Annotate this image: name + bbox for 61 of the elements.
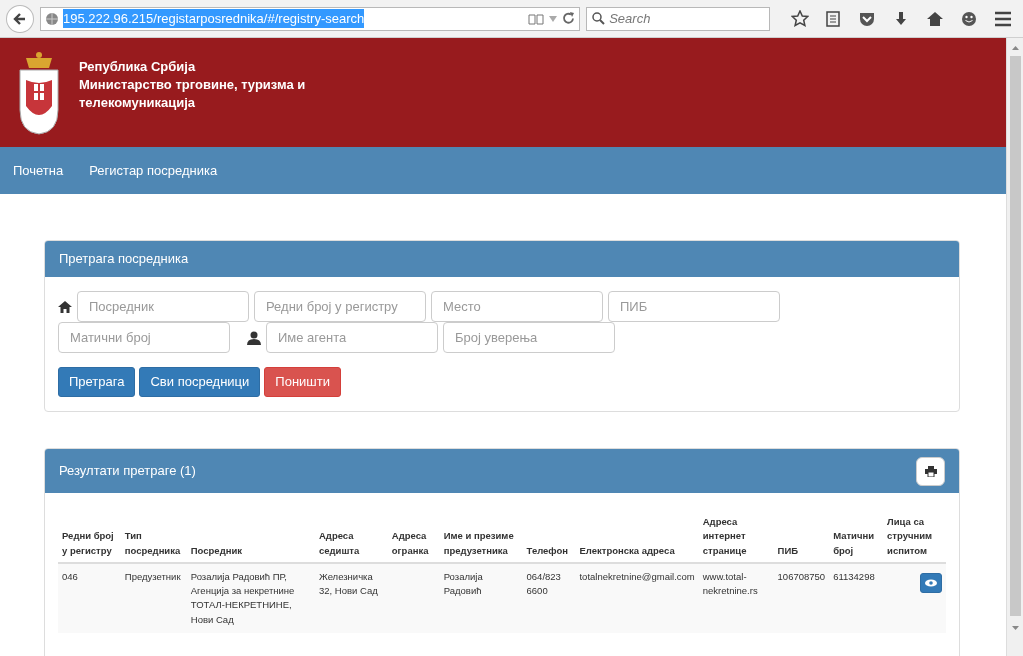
column-header: Посредник bbox=[186, 511, 315, 563]
column-header: Матични број bbox=[829, 511, 884, 563]
search-field[interactable]: Search bbox=[586, 6, 770, 31]
globe-icon bbox=[44, 11, 59, 26]
home-icon bbox=[58, 299, 72, 314]
home-icon[interactable] bbox=[926, 9, 945, 28]
input-field[interactable]: ПИБ bbox=[608, 291, 780, 322]
list-icon[interactable] bbox=[824, 9, 843, 28]
column-header: Телефон bbox=[522, 511, 576, 563]
printer-icon bbox=[924, 465, 937, 477]
menu-icon[interactable] bbox=[994, 10, 1013, 27]
address-bar[interactable]: 195.222.96.215/registarposrednika/#/registry-search bbox=[39, 6, 581, 31]
table-cell: 61134298 bbox=[829, 562, 884, 633]
print-button[interactable] bbox=[916, 456, 945, 486]
column-header: Тип посредника bbox=[120, 511, 187, 563]
person-icon bbox=[247, 330, 261, 345]
table-cell: Розалија Радовић ПР, Агенција за некретнине ТОТАЛ-НЕКРЕТНИНЕ, Нови Сад bbox=[186, 562, 315, 633]
nav-link[interactable]: Регистар посредника bbox=[76, 160, 231, 181]
input-field[interactable]: Место bbox=[431, 291, 603, 322]
column-header: Адреса седишта bbox=[315, 511, 388, 563]
table-cell: Розалија Радовић bbox=[439, 562, 523, 633]
nav-link[interactable]: Почетна bbox=[0, 160, 77, 181]
table-cell: totalnekretnine@gmail.com bbox=[575, 562, 699, 633]
column-header: Адреса интернет странице bbox=[698, 511, 774, 563]
column-header: Лица са стручним испитом bbox=[883, 511, 946, 563]
table-cell: 046 bbox=[58, 562, 121, 633]
input-field[interactable]: Име агента bbox=[266, 322, 438, 353]
panel-title: Резултати претраге (1) bbox=[59, 462, 196, 481]
header-title: телекомуникација bbox=[79, 94, 197, 112]
header-title: Република Србија bbox=[79, 58, 197, 76]
back-arrow-icon bbox=[12, 11, 27, 26]
panel-title: Претрага посредника bbox=[59, 250, 189, 269]
reload-icon[interactable] bbox=[562, 12, 576, 25]
column-header: Електронска адреса bbox=[575, 511, 699, 563]
table-cell: 064/823 6600 bbox=[522, 562, 576, 633]
table-cell: www.total-nekretnine.rs bbox=[698, 562, 774, 633]
header-title: Министарство трговине, туризма и bbox=[79, 76, 306, 94]
table-cell: 106708750 bbox=[773, 562, 830, 633]
search-placeholder: Search bbox=[609, 9, 651, 28]
table-cell: Предузетник bbox=[120, 562, 187, 633]
smiley-icon[interactable] bbox=[960, 9, 979, 28]
eye-icon bbox=[925, 578, 937, 587]
view-button[interactable] bbox=[920, 572, 942, 593]
input-field[interactable]: Редни број у регистру bbox=[254, 291, 426, 322]
column-header: Редни број у регистру bbox=[58, 511, 121, 563]
star-icon[interactable] bbox=[790, 9, 809, 28]
search-icon bbox=[592, 12, 606, 25]
search-button[interactable]: Сви посредници bbox=[139, 367, 261, 397]
coat-of-arms-icon bbox=[16, 50, 62, 136]
back-button[interactable] bbox=[6, 4, 34, 33]
column-header: Адреса огранка bbox=[387, 511, 440, 563]
table-cell: Железничка 32, Нови Сад bbox=[315, 562, 388, 633]
input-field[interactable]: Број уверења bbox=[443, 322, 615, 353]
input-field[interactable]: Матични број bbox=[58, 322, 230, 353]
input-field[interactable]: Посредник bbox=[77, 291, 249, 322]
search-button[interactable]: Претрага bbox=[58, 367, 136, 397]
column-header: ПИБ bbox=[773, 511, 830, 563]
book-icon[interactable] bbox=[528, 12, 545, 25]
url-text: 195.222.96.215/registarposrednika/#/registry-search bbox=[62, 8, 365, 29]
reset-button[interactable]: Поништи bbox=[264, 367, 341, 397]
column-header: Име и презиме предузетника bbox=[439, 511, 523, 563]
